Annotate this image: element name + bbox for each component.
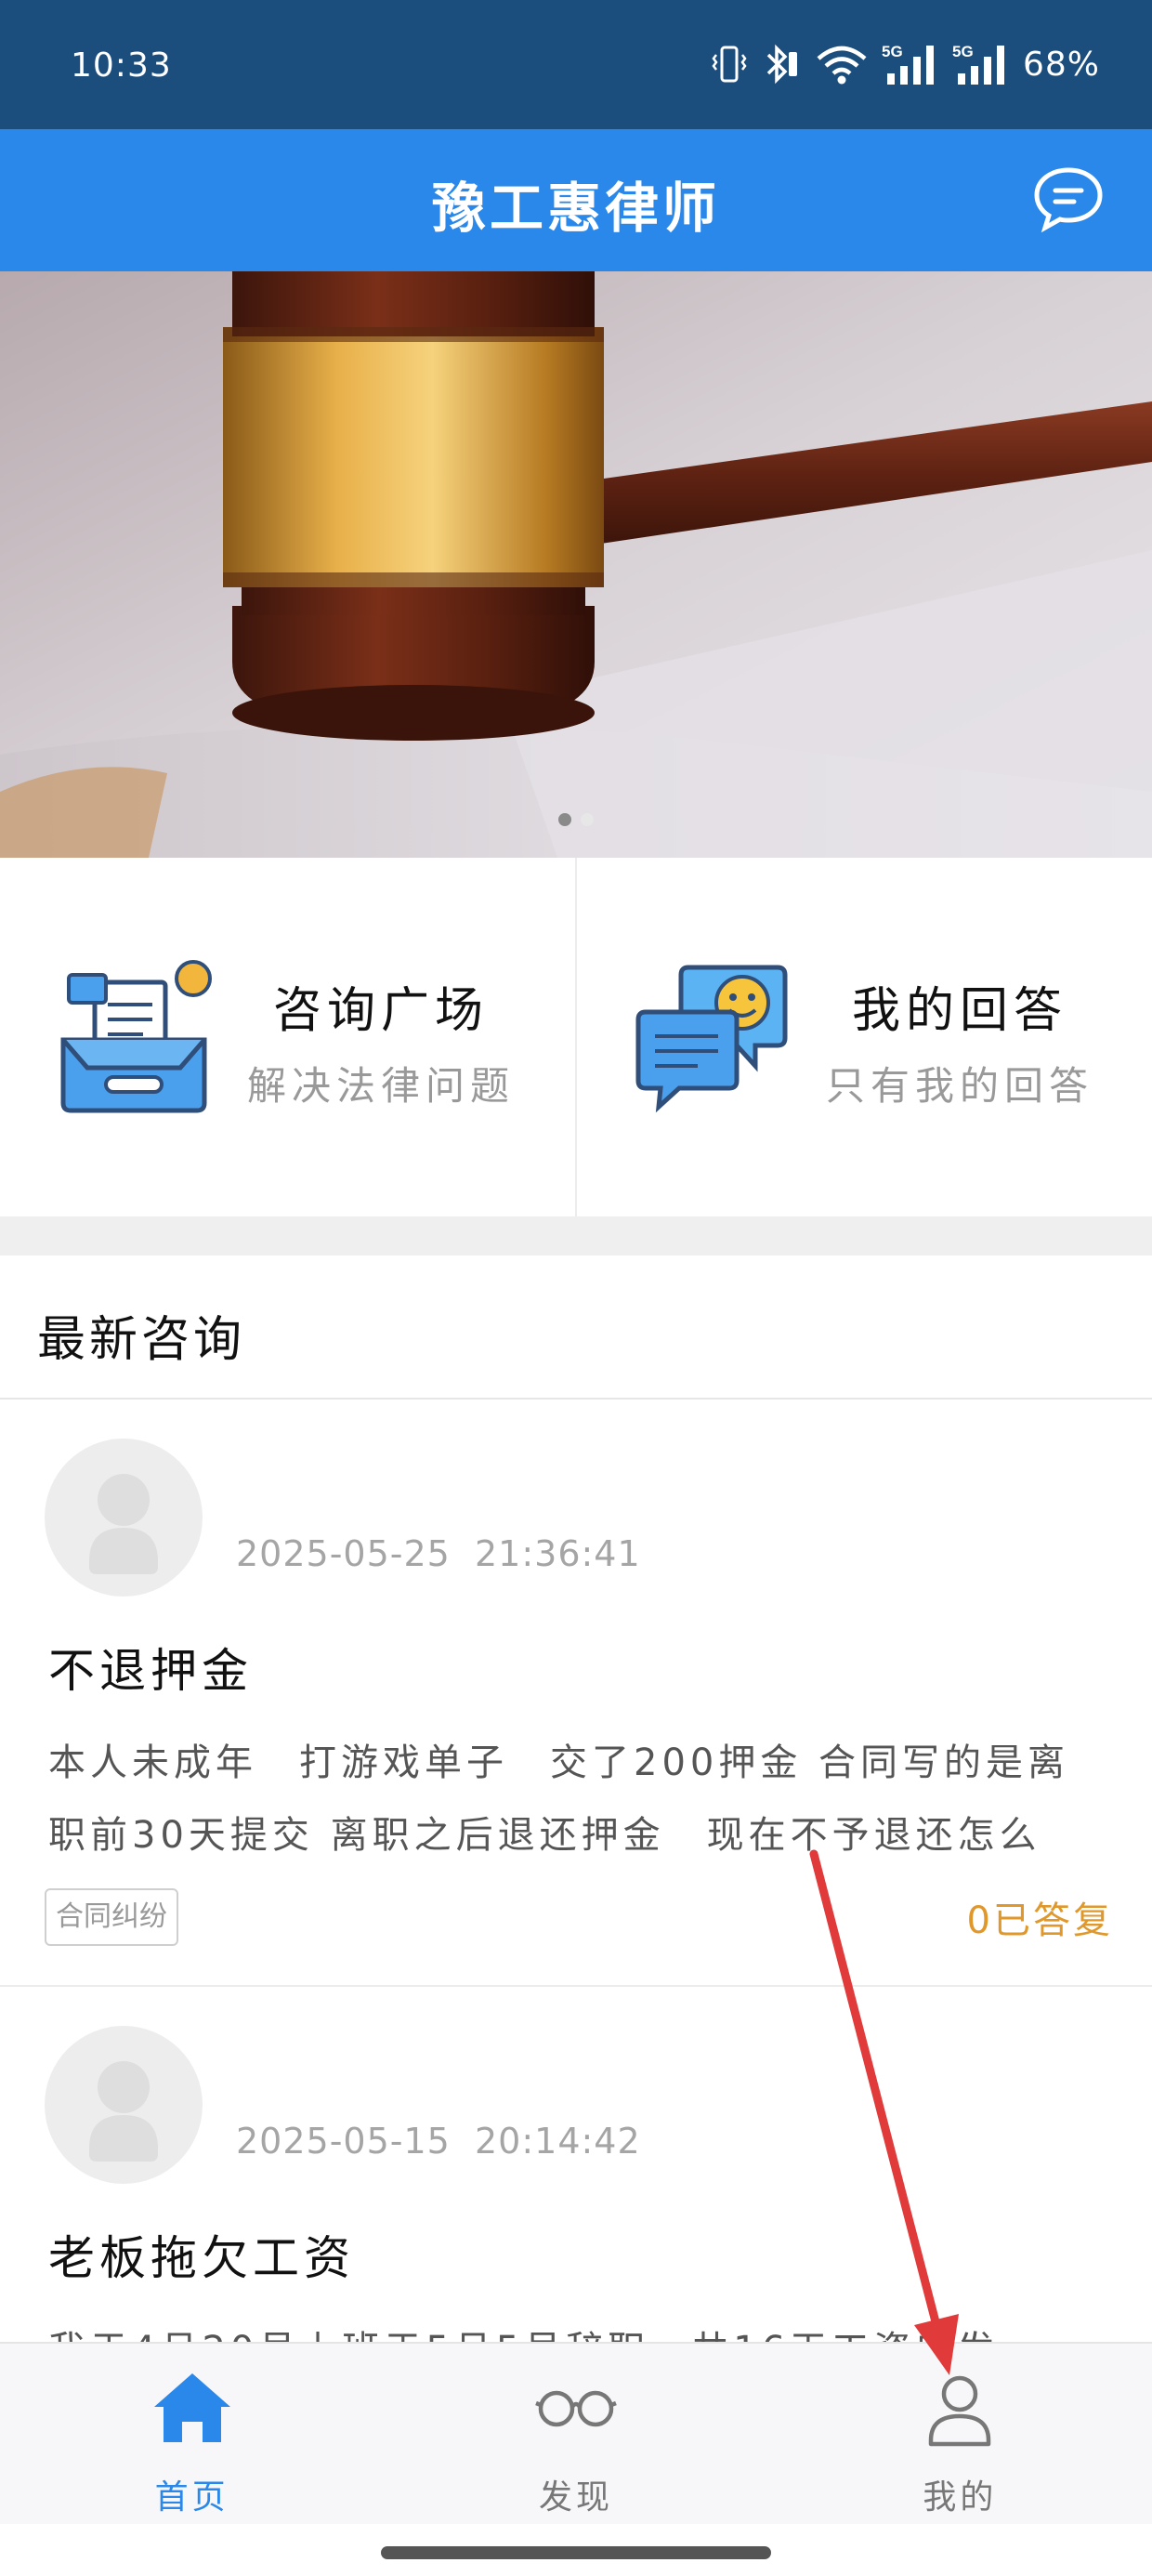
tab-discover[interactable]: 发现 [384,2344,767,2524]
status-icons: 5G 5G 68% [711,41,1100,87]
consult-list-item[interactable]: 2025-05-25 21:36:41 不退押金 本人未成年 打游戏单子 交了2… [0,1401,1152,1987]
avatar [45,1439,203,1597]
default-avatar-icon [89,1474,158,1574]
post-title: 不退押金 [48,1644,253,1698]
tab-label: 我的 [923,2478,998,2517]
chat-bubble-icon[interactable] [1031,164,1106,235]
latest-consult-header: 最新咨询 [0,1255,1152,1400]
tab-label: 首页 [154,2478,229,2517]
bottom-tab-bar: 首页 发现 我的 [0,2342,1152,2524]
section-divider [0,1216,1152,1255]
gavel-image [0,271,1152,858]
post-body: 本人未成年 打游戏单子 交了200押金 合同写的是离职前30天提交 离职之后退还… [48,1741,1070,1857]
carousel-dot [581,813,594,826]
consult-square-subtitle: 解决法律问题 [247,1063,516,1109]
glasses-icon [535,2390,617,2427]
home-icon [153,2373,230,2442]
category-tag: 合同纠纷 [45,1888,178,1946]
chat-smile-icon [635,965,788,1113]
wifi-icon [817,46,867,85]
post-title: 老板拖欠工资 [48,2231,355,2285]
my-answers-button[interactable]: 我的回答 只有我的回答 [575,858,1152,1216]
post-date: 2025-05-15 20:14:42 [236,2121,641,2162]
carousel-indicator [0,813,1152,826]
page-title: 豫工惠律师 [431,177,720,240]
user-icon [929,2375,991,2447]
tab-mine[interactable]: 我的 [768,2344,1152,2524]
my-answers-title: 我的回答 [852,983,1068,1039]
default-avatar-icon [89,2061,158,2162]
my-answers-subtitle: 只有我的回答 [826,1063,1094,1109]
consult-list-item[interactable]: 2025-05-15 20:14:42 老板拖欠工资 我于4月20号上班于5月5… [0,1989,1152,2372]
status-bar: 10:33 5G 5G 68% [0,0,1152,129]
bluetooth-icon [766,44,797,85]
network-label: 5G [952,43,974,60]
avatar [45,2026,203,2184]
inbox-documents-icon [60,960,212,1113]
tab-label: 发现 [538,2478,613,2517]
status-time: 10:33 [71,46,172,85]
carousel-dot-active [558,813,571,826]
gesture-bar [0,2524,1152,2576]
network-label: 5G [882,43,903,60]
vibrate-icon [712,46,747,83]
signal-5g-icon: 5G [882,43,934,85]
signal-5g-icon: 5G [952,43,1004,85]
tab-home[interactable]: 首页 [0,2344,384,2524]
home-indicator[interactable] [381,2546,771,2559]
banner-carousel[interactable] [0,271,1152,858]
battery-percent: 68% [1022,45,1100,84]
post-date: 2025-05-25 21:36:41 [236,1533,641,1574]
reply-count: 0已答复 [966,1899,1113,1942]
app-header: 豫工惠律师 [0,129,1152,271]
consult-square-title: 咨询广场 [273,983,490,1039]
section-title: 最新咨询 [37,1312,246,1368]
consult-square-button[interactable]: 咨询广场 解决法律问题 [0,858,575,1216]
quick-actions: 咨询广场 解决法律问题 我的回答 只有我的回答 [0,858,1152,1216]
